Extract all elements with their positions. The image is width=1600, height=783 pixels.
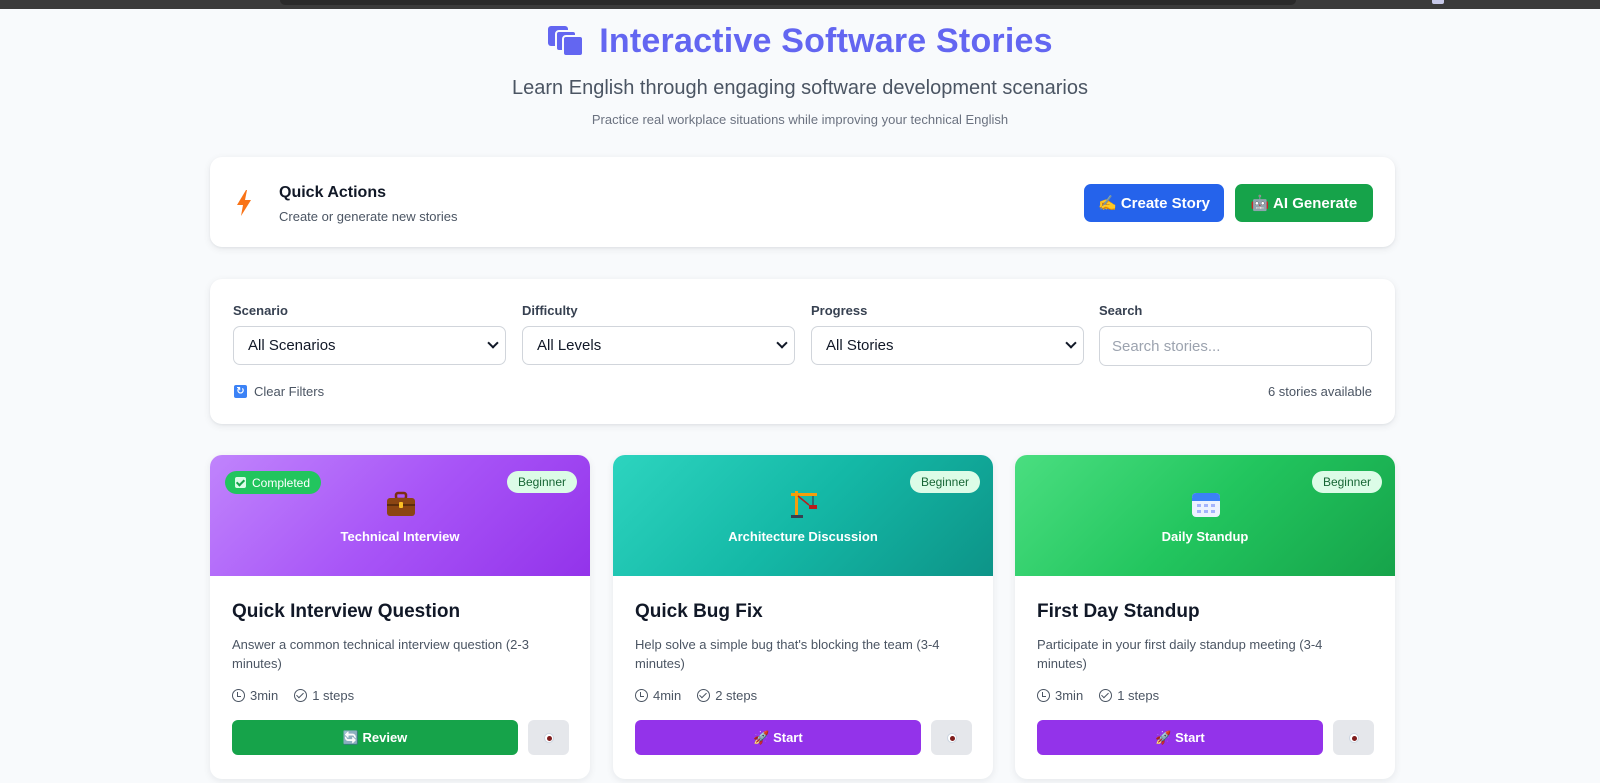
quick-actions-panel: Quick Actions Create or generate new sto…	[210, 157, 1395, 247]
scenario-label: Daily Standup	[1161, 529, 1249, 544]
scenario-select[interactable]: All Scenarios	[233, 326, 506, 365]
preview-button[interactable]	[931, 720, 972, 755]
ai-generate-button[interactable]: 🤖 AI Generate	[1235, 184, 1373, 222]
difficulty-select[interactable]: All Levels	[522, 326, 795, 365]
difficulty-filter: Difficulty All Levels	[522, 303, 795, 365]
create-story-button[interactable]: ✍️ Create Story	[1084, 184, 1224, 222]
page-title-row: Interactive Software Stories	[547, 20, 1053, 62]
steps-icon	[697, 689, 711, 702]
eye-icon	[1348, 732, 1359, 743]
search-label: Search	[1099, 303, 1143, 318]
search-filter: Search Search stories...	[1099, 303, 1372, 366]
clear-filters-button[interactable]: ↻ Clear Filters	[234, 384, 324, 399]
card-description: Participate in your first daily standup …	[1037, 637, 1323, 671]
steps: 2 steps	[715, 688, 758, 703]
progress-select-value: All Stories	[826, 337, 894, 354]
check-icon	[235, 477, 246, 488]
progress-select[interactable]: All Stories	[811, 326, 1084, 365]
search-input[interactable]: Search stories...	[1099, 326, 1372, 366]
quick-actions-title: Quick Actions	[279, 184, 386, 201]
preview-button[interactable]	[528, 720, 569, 755]
briefcase-icon	[386, 490, 416, 518]
eye-icon	[946, 732, 957, 743]
refresh-icon: ↻	[234, 385, 247, 398]
card-description: Help solve a simple bug that's blocking …	[635, 637, 940, 671]
completed-badge-label: Completed	[252, 475, 311, 490]
card-meta: 4min 2 steps	[635, 688, 757, 703]
page-header: Interactive Software Stories Learn Engli…	[0, 20, 1600, 128]
chevron-down-icon	[487, 337, 499, 349]
scenario-label: Scenario	[233, 303, 288, 318]
filters-panel: Scenario All Scenarios Difficulty All Le…	[210, 279, 1395, 424]
start-button[interactable]: 🚀 Start	[635, 720, 921, 755]
card-title: Quick Interview Question	[232, 601, 461, 622]
level-badge: Beginner	[909, 471, 980, 493]
scenario-filter: Scenario All Scenarios	[233, 303, 506, 365]
crane-icon	[789, 490, 819, 518]
eye-icon	[543, 732, 554, 743]
card-header: Completed Beginner Technical Interview	[210, 455, 590, 576]
duration: 3min	[250, 688, 279, 703]
calendar-icon	[1191, 490, 1221, 518]
page-subtitle: Learn English through engaging software …	[512, 77, 1088, 99]
page-note: Practice real workplace situations while…	[591, 112, 1009, 127]
scenario-label: Architecture Discussion	[728, 529, 878, 544]
chevron-down-icon	[776, 337, 788, 349]
card-header: Beginner Architecture Discussion	[613, 455, 993, 576]
lightning-icon	[236, 190, 252, 216]
folders-icon	[547, 24, 585, 58]
completed-badge: Completed	[225, 471, 322, 494]
card-description: Answer a common technical interview ques…	[232, 637, 529, 671]
level-badge: Beginner	[506, 471, 577, 493]
card-header: Beginner Daily Standup	[1015, 455, 1395, 576]
steps: 1 steps	[1117, 688, 1160, 703]
story-card[interactable]: Beginner Daily Standup First Day Standup…	[1015, 455, 1395, 779]
page-title: Interactive Software Stories	[599, 21, 1053, 60]
duration: 3min	[1055, 688, 1084, 703]
steps: 1 steps	[312, 688, 355, 703]
browser-top-bar	[0, 0, 1600, 9]
steps-icon	[294, 689, 308, 702]
start-button[interactable]: 🚀 Start	[1037, 720, 1323, 755]
story-card[interactable]: Completed Beginner Technical Interview Q…	[210, 455, 590, 779]
story-card[interactable]: Beginner Architecture Discussion Quick B…	[613, 455, 993, 779]
difficulty-select-value: All Levels	[537, 337, 602, 354]
browser-extension-icon[interactable]	[1432, 0, 1444, 4]
clock-icon	[635, 689, 648, 702]
progress-filter: Progress All Stories	[811, 303, 1084, 365]
quick-actions-subtitle: Create or generate new stories	[279, 209, 458, 224]
scenario-select-value: All Scenarios	[248, 337, 336, 354]
card-title: Quick Bug Fix	[635, 601, 763, 622]
clock-icon	[232, 689, 245, 702]
progress-label: Progress	[811, 303, 868, 318]
steps-icon	[1099, 689, 1113, 702]
card-meta: 3min 1 steps	[1037, 688, 1159, 703]
duration: 4min	[653, 688, 682, 703]
difficulty-label: Difficulty	[522, 303, 578, 318]
clear-filters-label: Clear Filters	[254, 384, 325, 399]
story-count: 6 stories available	[1267, 384, 1372, 399]
preview-button[interactable]	[1333, 720, 1374, 755]
chevron-down-icon	[1065, 337, 1077, 349]
card-meta: 3min 1 steps	[232, 688, 354, 703]
scenario-label: Technical Interview	[340, 529, 460, 544]
browser-address-bar[interactable]	[280, 0, 1296, 5]
review-button[interactable]: 🔄 Review	[232, 720, 518, 755]
card-title: First Day Standup	[1037, 601, 1200, 622]
clock-icon	[1037, 689, 1050, 702]
level-badge: Beginner	[1311, 471, 1382, 493]
